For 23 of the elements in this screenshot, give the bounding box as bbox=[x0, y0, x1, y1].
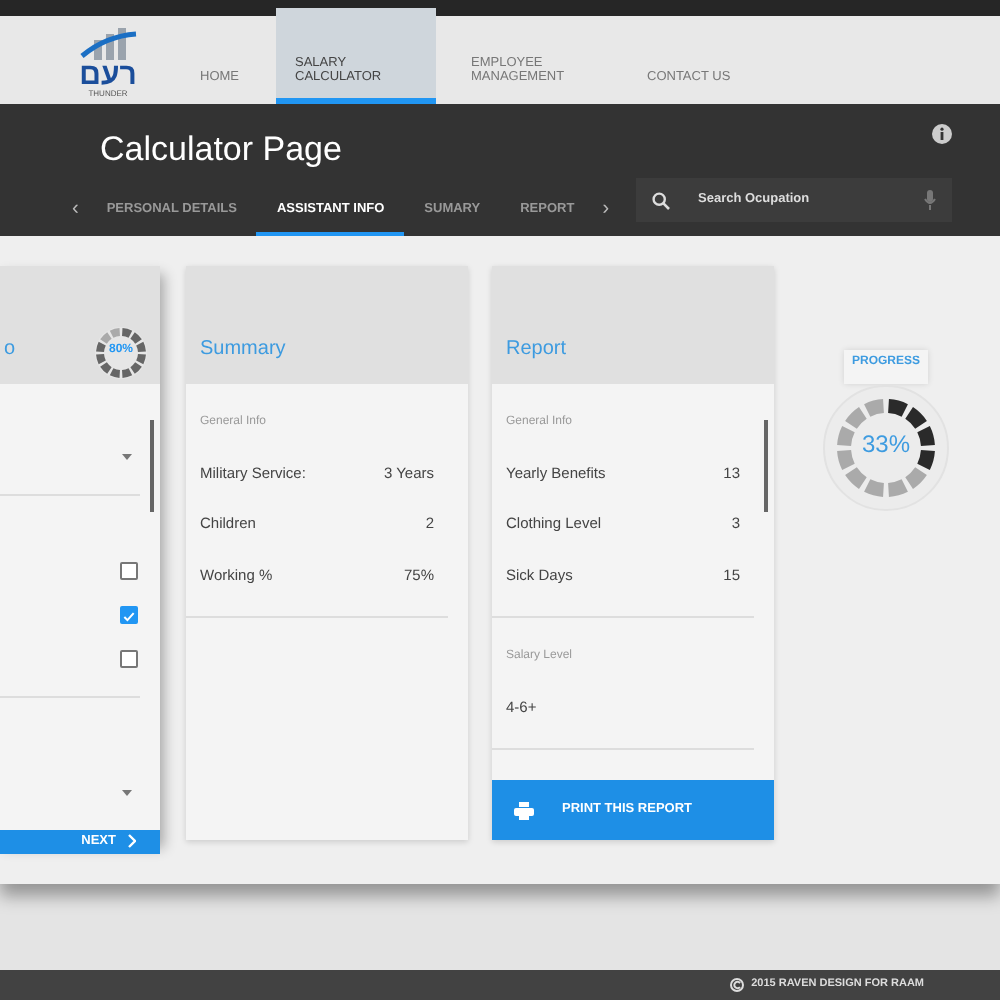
info-icon bbox=[932, 124, 952, 144]
card-title: Report bbox=[506, 336, 567, 364]
logo-text: רעם bbox=[79, 60, 137, 90]
chevron-icon bbox=[128, 834, 136, 849]
search-icon bbox=[652, 191, 670, 209]
scrollbar[interactable] bbox=[150, 420, 154, 512]
card-title: o bbox=[4, 336, 16, 364]
card-title: Summary bbox=[200, 336, 286, 364]
progress-value: 33% bbox=[859, 432, 913, 456]
microphone-icon bbox=[924, 190, 936, 210]
checkbox[interactable] bbox=[120, 649, 138, 667]
progress-ring bbox=[837, 399, 935, 497]
progress-ring bbox=[95, 327, 147, 379]
page-title: Calculator Page bbox=[100, 130, 342, 171]
dropdown-caret-icon bbox=[122, 789, 132, 795]
checkbox[interactable] bbox=[120, 605, 138, 623]
scrollbar[interactable] bbox=[764, 420, 768, 512]
dropdown-caret-icon bbox=[122, 454, 132, 460]
progress-dial bbox=[823, 385, 949, 511]
checkbox[interactable] bbox=[120, 561, 138, 579]
logo-icon bbox=[78, 28, 138, 60]
printer-icon bbox=[514, 801, 534, 819]
copyright-icon bbox=[729, 978, 744, 992]
